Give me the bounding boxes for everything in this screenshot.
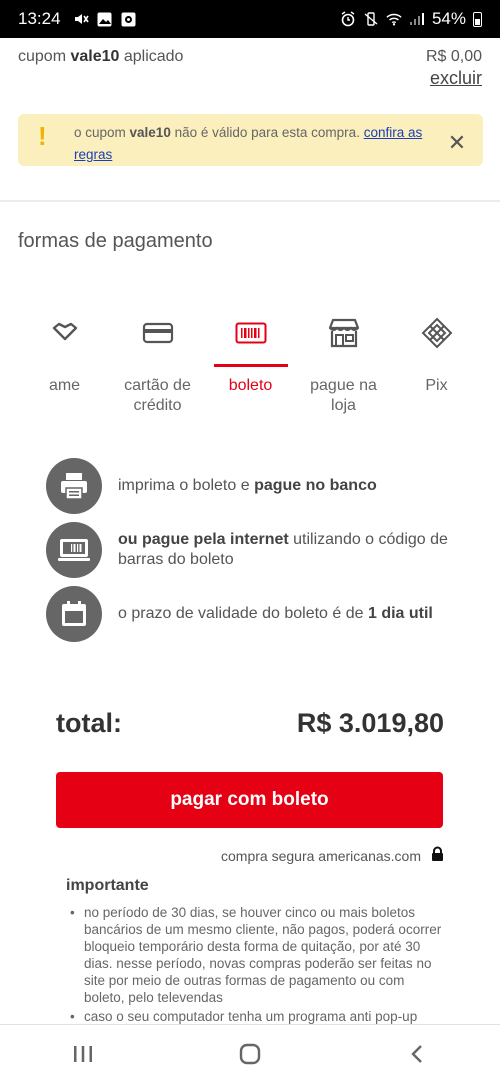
payment-methods-title: formas de pagamento [18, 230, 213, 252]
info-item-internet: ou pague pela internet utilizando o códi… [46, 522, 466, 578]
back-button[interactable] [387, 1034, 447, 1074]
coupon-amount: R$ 0,00 [425, 48, 482, 65]
tab-label: Pix [425, 377, 448, 394]
battery-percent: 54% [431, 9, 466, 28]
info-text: ou pague pela internet utilizando o códi… [118, 531, 448, 568]
recent-apps-button[interactable] [53, 1034, 113, 1074]
remove-coupon-link[interactable]: excluir [426, 68, 482, 89]
tab-label: pague na loja [310, 377, 377, 414]
tab-boleto[interactable]: boleto [204, 310, 297, 416]
heart-icon [51, 310, 79, 356]
wifi-icon [386, 11, 402, 27]
close-icon[interactable]: ✕ [445, 130, 469, 156]
warning-icon: ! [38, 121, 47, 151]
mute-icon [73, 11, 89, 27]
info-text: o prazo de validade do boleto é de 1 dia… [118, 605, 433, 622]
coupon-row: cupom vale10 aplicado R$ 0,00 excluir [18, 48, 482, 89]
coupon-code: vale10 [70, 48, 120, 65]
coupon-applied-text: cupom vale10 aplicado [18, 48, 184, 65]
pay-with-boleto-button[interactable]: pagar com boleto [56, 772, 443, 828]
total-label: total: [56, 708, 122, 738]
tab-ame[interactable]: ame [18, 310, 111, 416]
credit-card-icon [142, 310, 174, 356]
home-button[interactable] [220, 1034, 280, 1074]
tab-credit-card[interactable]: cartão de crédito [111, 310, 204, 416]
pix-icon [421, 310, 453, 356]
active-tab-indicator [213, 364, 288, 367]
info-item-print: imprima o boleto e pague no banco [46, 458, 466, 514]
image-icon [97, 11, 113, 27]
list-item: caso o seu computador tenha um programa … [70, 1008, 448, 1025]
signal-icon [409, 11, 425, 27]
system-nav-bar [0, 1024, 500, 1082]
important-title: importante [66, 877, 149, 894]
lock-icon [431, 846, 444, 865]
printer-icon [46, 458, 102, 514]
calendar-icon [46, 586, 102, 642]
battery-icon [473, 11, 482, 27]
vibrate-mute-icon [363, 11, 379, 27]
secure-text: compra segura americanas.com [221, 847, 421, 864]
info-text: imprima o boleto e pague no banco [118, 477, 377, 494]
alert-message: o cupom vale10 não é válido para esta co… [74, 125, 423, 162]
status-time: 13:24 [18, 9, 61, 28]
tab-label: cartão de crédito [124, 377, 191, 414]
app-notification-icon [121, 11, 137, 27]
alarm-icon [340, 11, 356, 27]
barcode-icon [235, 310, 267, 356]
divider [0, 200, 500, 202]
tab-label: boleto [228, 377, 273, 394]
info-item-validity: o prazo de validade do boleto é de 1 dia… [46, 586, 466, 642]
payment-tabs: ame cartão de crédito boleto pague na lo… [18, 310, 483, 416]
total-value: R$ 3.019,80 [296, 708, 444, 738]
tab-label: ame [48, 377, 81, 394]
tab-pay-in-store[interactable]: pague na loja [297, 310, 390, 416]
important-list: no período de 30 dias, se houver cinco o… [70, 904, 448, 1025]
secure-purchase: compra segura americanas.com [221, 846, 444, 865]
status-bar: 13:24 54% [0, 0, 500, 38]
coupon-invalid-alert: ! o cupom vale10 não é válido para esta … [18, 114, 483, 166]
list-item: no período de 30 dias, se houver cinco o… [70, 904, 448, 1006]
store-icon [327, 310, 361, 356]
computer-barcode-icon [46, 522, 102, 578]
tab-pix[interactable]: Pix [390, 310, 483, 416]
